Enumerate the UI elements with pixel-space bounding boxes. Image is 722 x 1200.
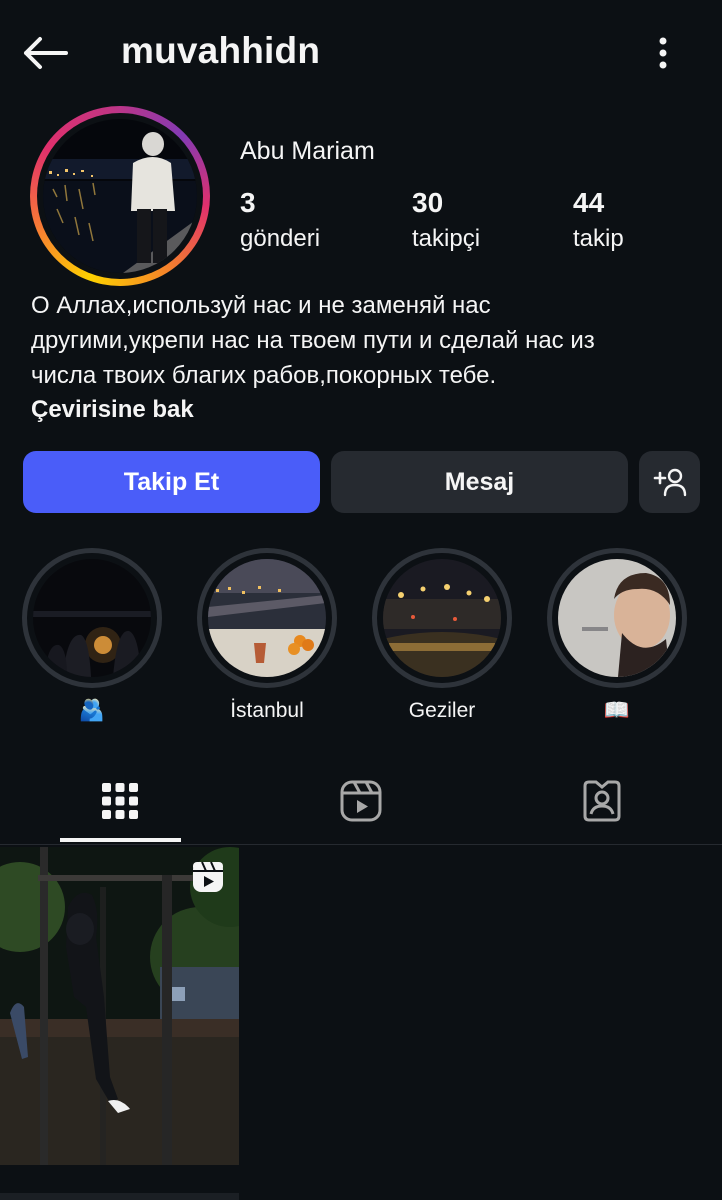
post-thumbnail[interactable]	[0, 847, 239, 1165]
story-ring[interactable]	[30, 106, 210, 286]
highlight-cover	[558, 559, 676, 677]
tab-tagged[interactable]	[542, 760, 662, 842]
message-button[interactable]: Mesaj	[331, 451, 628, 513]
highlight-cover	[208, 559, 326, 677]
stat-followers-count: 30	[412, 187, 444, 218]
stat-following[interactable]: 44 takip	[573, 186, 624, 254]
profile-username: muvahhidn	[121, 30, 321, 71]
more-vertical-icon	[659, 37, 667, 69]
bio-line: другими,укрепи нас на твоем пути и сдела…	[31, 327, 595, 354]
highlight-cover	[383, 559, 501, 677]
stat-following-label: takip	[573, 225, 624, 252]
profile-avatar	[43, 119, 197, 273]
highlight-4[interactable]: 📖	[547, 548, 687, 724]
reels-icon	[193, 861, 223, 892]
follow-button-label: Takip Et	[123, 467, 220, 496]
add-person-icon	[653, 468, 686, 497]
back-button[interactable]	[18, 28, 72, 78]
highlight-3[interactable]: Geziler	[372, 548, 512, 724]
tab-reels[interactable]	[301, 760, 421, 842]
see-translation-link[interactable]: Çevirisine bak	[31, 396, 194, 424]
reels-icon	[340, 780, 382, 822]
tab-posts-grid[interactable]	[60, 760, 180, 842]
stat-posts-count: 3	[240, 187, 256, 218]
bio-line: числа твоих благих рабов,покорных тебе.	[31, 362, 497, 389]
highlight-label: 🫂	[78, 699, 106, 722]
stat-followers[interactable]: 30 takipçi	[412, 186, 480, 254]
more-options-button[interactable]	[646, 30, 680, 76]
highlight-2[interactable]: İstanbul	[197, 548, 337, 724]
profile-bio: О Аллах,используй нас и не заменяй нас д…	[31, 288, 701, 393]
suggested-accounts-button[interactable]	[639, 451, 700, 513]
tagged-icon	[583, 780, 621, 822]
profile-tabs	[0, 760, 722, 845]
highlight-label: Geziler	[408, 699, 476, 722]
post-thumbnail[interactable]	[0, 1193, 239, 1200]
arrow-left-icon	[24, 37, 68, 69]
highlight-cover	[33, 559, 151, 677]
highlight-label: İstanbul	[230, 699, 304, 722]
highlight-1[interactable]: 🫂	[22, 548, 162, 724]
follow-button[interactable]: Takip Et	[23, 451, 320, 513]
stat-posts[interactable]: 3 gönderi	[240, 186, 320, 254]
bio-line: О Аллах,используй нас и не заменяй нас	[31, 292, 491, 319]
reel-badge	[192, 861, 224, 898]
stat-followers-label: takipçi	[412, 225, 481, 252]
display-name: Abu Mariam	[240, 137, 375, 165]
stat-following-count: 44	[573, 187, 605, 218]
grid-icon	[102, 783, 138, 819]
highlight-label: 📖	[603, 699, 631, 722]
message-button-label: Mesaj	[444, 467, 515, 496]
top-bar: muvahhidn	[0, 0, 722, 108]
stat-posts-label: gönderi	[240, 225, 321, 252]
active-tab-indicator	[60, 838, 181, 842]
